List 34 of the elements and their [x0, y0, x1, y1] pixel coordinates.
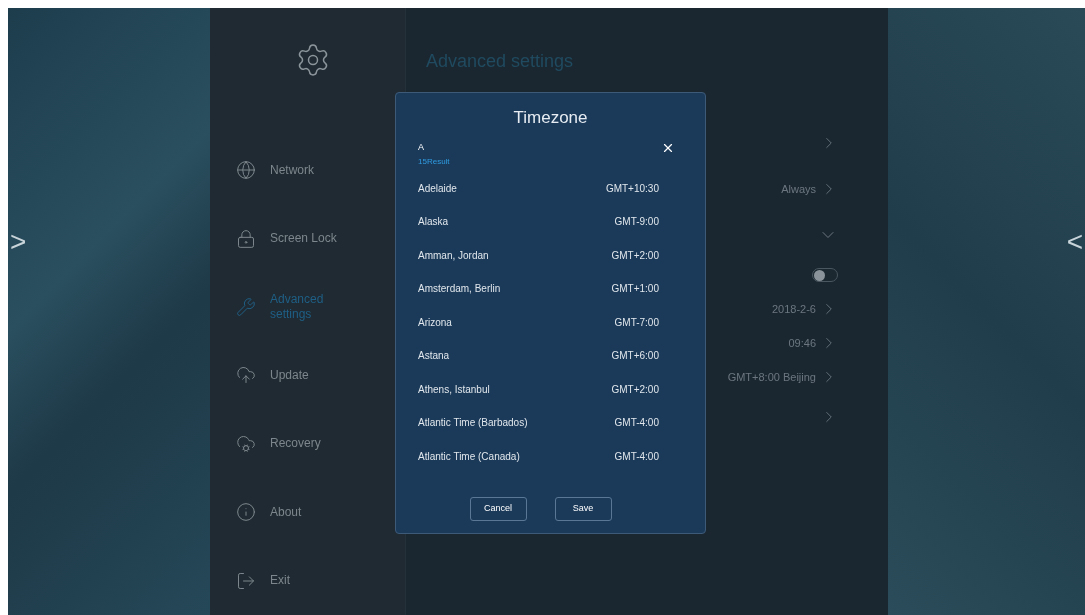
cloud-icon	[236, 433, 256, 454]
dialog-title: Timezone	[513, 107, 588, 129]
timezone-item[interactable]: Atlantic Time (Barbados) GMT-4:00	[418, 406, 683, 440]
sidebar-item[interactable]: About	[210, 478, 405, 547]
timezone-item[interactable]: Atlantic Time (Canada) GMT-4:00	[418, 439, 683, 473]
timezone-item[interactable]: Alaska GMT-9:00	[418, 205, 683, 239]
exit-icon	[236, 570, 256, 591]
sidebar-item[interactable]: Update	[210, 341, 405, 410]
globe-icon	[236, 160, 256, 181]
cloud-upload-icon	[236, 365, 256, 386]
timezone-item[interactable]: Adelaide GMT+10:30	[418, 171, 683, 205]
sidebar-item[interactable]: Network	[210, 136, 405, 205]
collapse-arrow[interactable]: <	[1066, 220, 1083, 263]
result-count: 15Result	[418, 155, 451, 168]
timezone-item[interactable]: Amman, Jordan GMT+2:00	[418, 238, 683, 272]
info-icon	[236, 502, 256, 523]
wrench-icon	[236, 297, 256, 318]
expand-arrow[interactable]: >	[10, 220, 27, 263]
dialog-button[interactable]: Cancel	[469, 497, 527, 521]
lock-icon	[236, 228, 256, 249]
sidebar-item[interactable]: Exit	[210, 546, 405, 615]
timezone-item[interactable]: Athens, Istanbul GMT+2:00	[418, 372, 683, 406]
sidebar-item[interactable]: Screen Lock	[210, 204, 405, 273]
setting-value: Always	[781, 181, 816, 197]
dialog-button[interactable]: Save	[554, 497, 612, 521]
search-field[interactable]: A	[418, 140, 618, 155]
setting-value: GMT+8:00 Beijing	[727, 369, 816, 385]
timezone-item[interactable]: Astana GMT+6:00	[418, 339, 683, 373]
timezone-item[interactable]: Arizona GMT-7:00	[418, 305, 683, 339]
sidebar-item[interactable]: Recovery	[210, 409, 405, 479]
setting-value: 09:46	[788, 335, 816, 351]
toggle-switch[interactable]	[812, 268, 838, 282]
setting-value: 2018-2-6	[771, 301, 816, 317]
timezone-item[interactable]: Amsterdam, Berlin GMT+1:00	[418, 272, 683, 306]
